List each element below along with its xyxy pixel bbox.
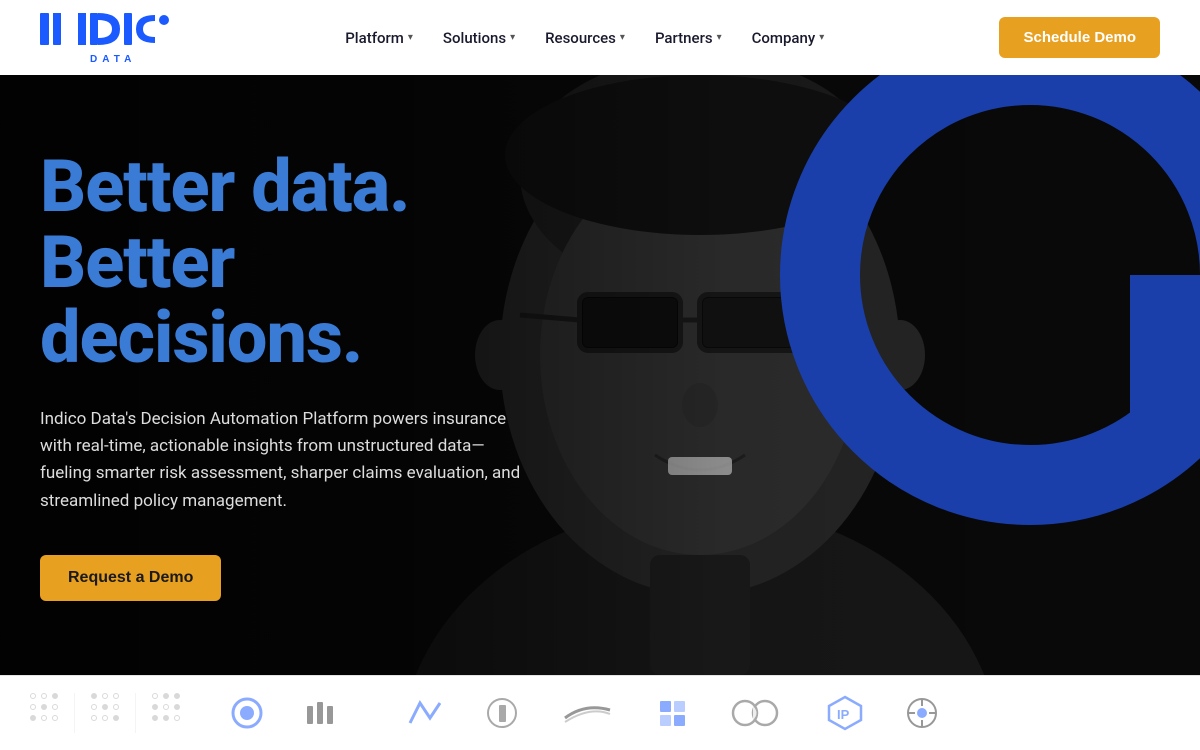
hero-subtext: Indico Data's Decision Automation Platfo… <box>40 406 530 515</box>
request-demo-button[interactable]: Request a Demo <box>40 555 221 601</box>
hero-section: Better data. Better decisions. Indico Da… <box>0 75 1200 675</box>
partner-logos-strip: IP <box>0 675 1200 750</box>
partner-logo-4 <box>485 696 520 731</box>
schedule-demo-button[interactable]: Schedule Demo <box>999 17 1160 58</box>
partner-logo-9 <box>905 696 940 731</box>
nav-item-platform[interactable]: Platform ▾ <box>345 29 413 47</box>
chevron-down-icon: ▾ <box>717 32 722 43</box>
partner-logo-1 <box>230 696 265 731</box>
hero-content: Better data. Better decisions. Indico Da… <box>0 75 580 675</box>
partner-logo-5 <box>560 698 615 728</box>
partner-logo-7 <box>730 698 785 728</box>
hero-headline: Better data. Better decisions. <box>40 149 540 376</box>
nav-menu: Platform ▾ Solutions ▾ Resources ▾ Partn… <box>345 29 824 47</box>
nav-item-solutions[interactable]: Solutions ▾ <box>443 29 515 47</box>
navigation: DATA Platform ▾ Solutions ▾ Resources ▾ <box>0 0 1200 75</box>
partner-logo-3 <box>405 698 445 728</box>
svg-text:DATA: DATA <box>90 54 136 65</box>
partner-logo-6 <box>655 696 690 731</box>
svg-text:IP: IP <box>837 707 850 722</box>
nav-item-partners[interactable]: Partners ▾ <box>655 29 722 47</box>
company-logos: IP <box>230 695 940 731</box>
pattern-dots-1 <box>30 693 180 733</box>
hero-headline-line1: Better data. <box>40 144 409 229</box>
nav-item-company[interactable]: Company ▾ <box>752 29 825 47</box>
chevron-down-icon: ▾ <box>408 32 413 43</box>
hero-rect-decoration <box>1130 275 1200 435</box>
hero-headline-line2: Better decisions. <box>40 220 362 381</box>
chevron-down-icon: ▾ <box>510 32 515 43</box>
nav-item-resources[interactable]: Resources ▾ <box>545 29 625 47</box>
chevron-down-icon: ▾ <box>819 32 824 43</box>
partner-logo-2 <box>305 698 365 728</box>
chevron-down-icon: ▾ <box>620 32 625 43</box>
logo[interactable]: DATA <box>40 10 170 65</box>
logo-svg: DATA <box>40 10 170 65</box>
partner-logo-8: IP <box>825 695 865 731</box>
